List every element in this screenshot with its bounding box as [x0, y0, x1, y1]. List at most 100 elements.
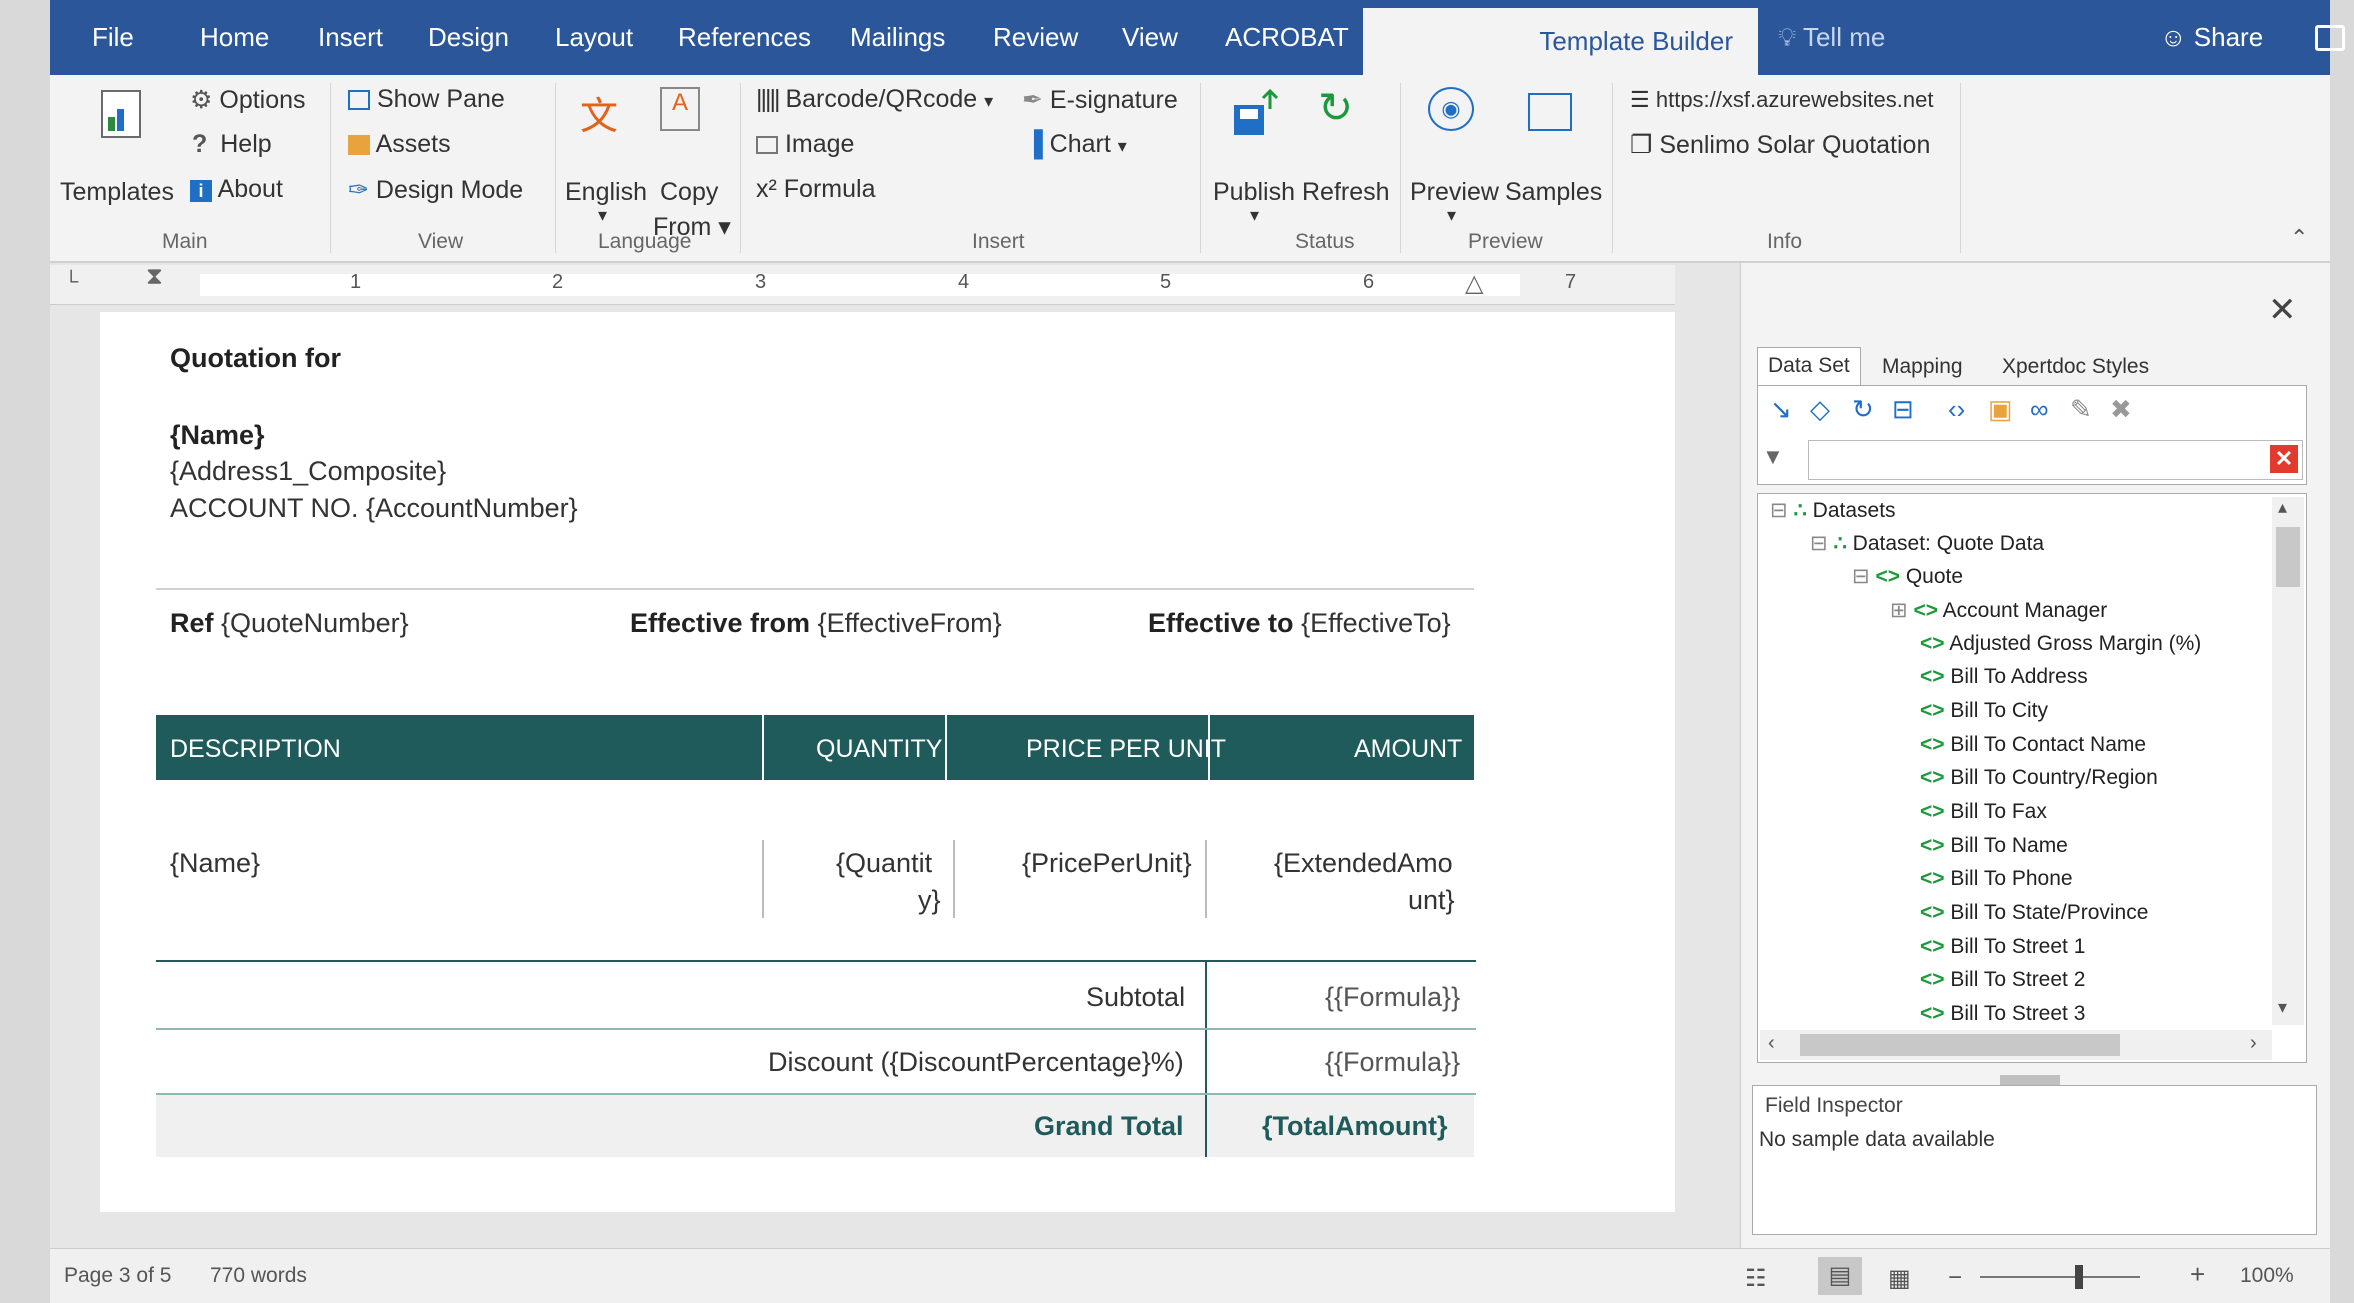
- tab-data-set[interactable]: Data Set: [1757, 347, 1861, 385]
- tree-node-dataset[interactable]: ⊟ ∴ Dataset: Quote Data: [1810, 531, 2044, 556]
- page-count[interactable]: Page 3 of 5: [64, 1264, 171, 1288]
- tab-design[interactable]: Design: [428, 22, 509, 53]
- tab-mapping[interactable]: Mapping: [1882, 355, 1963, 379]
- indent-marker-icon[interactable]: ⧗: [146, 263, 163, 291]
- edit-icon[interactable]: ✎: [2070, 394, 2092, 425]
- tree-node-field[interactable]: ⊞ <> Account Manager: [1890, 598, 2107, 623]
- assets-label: Assets: [375, 130, 451, 158]
- filter-input[interactable]: ✕: [1808, 440, 2303, 480]
- clear-filter-icon[interactable]: ✕: [2270, 445, 2298, 473]
- insert-field-icon[interactable]: ↘: [1770, 394, 1792, 425]
- link-icon[interactable]: ∞: [2030, 394, 2049, 425]
- tab-references[interactable]: References: [678, 22, 811, 53]
- column-divider: [945, 715, 947, 780]
- zoom-slider[interactable]: [1980, 1276, 2140, 1278]
- zoom-in-icon[interactable]: +: [2190, 1259, 2205, 1290]
- quotation-heading: Quotation for: [170, 343, 341, 373]
- publish-icon: [1234, 88, 1279, 135]
- options-button[interactable]: ⚙ Options: [190, 85, 306, 115]
- scroll-up-icon[interactable]: ▴: [2278, 497, 2287, 518]
- share-button[interactable]: ☺ Share: [2160, 22, 2263, 53]
- tab-template-builder[interactable]: Template Builder: [1363, 8, 1758, 75]
- tab-insert[interactable]: Insert: [318, 22, 383, 53]
- window-frame-right: [2330, 0, 2354, 1303]
- delete-icon[interactable]: ✖: [2110, 394, 2132, 425]
- close-pane-icon[interactable]: ✕: [2268, 290, 2297, 330]
- tab-home[interactable]: Home: [200, 22, 269, 53]
- collapse-icon: ⊟: [1810, 532, 1828, 555]
- tree-node-field[interactable]: <> Bill To Fax: [1920, 800, 2047, 824]
- tab-stop-icon[interactable]: └: [64, 271, 78, 294]
- esignature-button[interactable]: ✒ E-signature: [1022, 85, 1178, 115]
- subtotal-label: Subtotal: [1086, 982, 1186, 1012]
- print-layout-icon[interactable]: ▤: [1818, 1257, 1862, 1295]
- effective-to-line: Effective to {EffectiveTo}: [1148, 608, 1451, 639]
- horizontal-ruler[interactable]: └ 1 2 3 4 5 6 7 ⧗ △: [50, 263, 1675, 305]
- scroll-right-icon[interactable]: ›: [2250, 1032, 2257, 1055]
- refresh-icon[interactable]: ↻: [1852, 394, 1874, 425]
- tree-node-datasets[interactable]: ⊟ ∴ Datasets: [1770, 498, 1896, 523]
- image-button[interactable]: Image: [756, 130, 854, 159]
- tree-node-field[interactable]: <> Bill To Phone: [1920, 867, 2073, 891]
- about-button[interactable]: i About: [190, 175, 283, 204]
- show-pane-label: Show Pane: [376, 85, 505, 113]
- word-count[interactable]: 770 words: [210, 1264, 307, 1288]
- expression-icon[interactable]: ‹›: [1948, 394, 1965, 425]
- zoom-slider-thumb[interactable]: [2075, 1265, 2083, 1289]
- tree-node-field[interactable]: <> Bill To Address: [1920, 665, 2088, 689]
- tree-node-field[interactable]: <> Bill To Street 2: [1920, 968, 2085, 992]
- tell-me-search[interactable]: 💡︎ Tell me: [1778, 22, 1885, 54]
- discount-label: Discount ({DiscountPercentage}%): [768, 1047, 1184, 1077]
- tab-file[interactable]: File: [92, 22, 134, 53]
- tab-review[interactable]: Review: [993, 22, 1078, 53]
- field-inspector-title: Field Inspector: [1765, 1094, 1903, 1117]
- zoom-out-icon[interactable]: −: [1948, 1264, 1962, 1292]
- template-name-link[interactable]: ❐ Senlimo Solar Quotation: [1630, 130, 1930, 160]
- help-button[interactable]: ? Help: [192, 130, 272, 159]
- scroll-left-icon[interactable]: ‹: [1768, 1032, 1775, 1055]
- chevron-down-icon: ▾: [1117, 136, 1127, 156]
- comments-icon[interactable]: [2315, 25, 2345, 51]
- scroll-thumb[interactable]: [2276, 527, 2300, 587]
- dataset-tree[interactable]: ⊟ ∴ Datasets ⊟ ∴ Dataset: Quote Data ⊟ <…: [1757, 493, 2307, 1063]
- tree-horizontal-scrollbar[interactable]: ‹ ›: [1760, 1030, 2272, 1060]
- scroll-thumb[interactable]: [1800, 1034, 2120, 1056]
- add-dataset-icon[interactable]: ▣: [1988, 394, 2013, 425]
- lightbulb-icon: 💡︎: [1778, 22, 1797, 52]
- barcode-button[interactable]: ||||| Barcode/QRcode ▾: [756, 85, 993, 114]
- tree-node-field[interactable]: <> Bill To Street 3: [1920, 1002, 2085, 1026]
- zoom-level[interactable]: 100%: [2240, 1264, 2294, 1288]
- group-separator: [1200, 83, 1201, 253]
- assets-icon: [348, 135, 370, 156]
- tree-node-field[interactable]: <> Bill To Street 1: [1920, 935, 2085, 959]
- tree-node-field[interactable]: <> Bill To Name: [1920, 834, 2068, 858]
- assets-button[interactable]: Assets: [348, 130, 451, 159]
- tree-node-field[interactable]: <> Adjusted Gross Margin (%): [1920, 632, 2201, 656]
- tag-icon: <>: [1920, 699, 1945, 722]
- tab-mailings[interactable]: Mailings: [850, 22, 945, 53]
- esignature-label: E-signature: [1049, 86, 1178, 114]
- chart-button[interactable]: ▐ Chart ▾: [1025, 130, 1127, 159]
- server-url-link[interactable]: ☰ https://xsf.azurewebsites.net: [1630, 87, 1933, 113]
- formula-button[interactable]: x² Formula: [756, 175, 875, 204]
- tree-node-field[interactable]: <> Bill To Country/Region: [1920, 766, 2158, 790]
- tab-view[interactable]: View: [1122, 22, 1178, 53]
- tree-node-quote[interactable]: ⊟ <> Quote: [1852, 564, 1963, 589]
- table-icon[interactable]: ⊟: [1892, 394, 1914, 425]
- tree-node-field[interactable]: <> Bill To City: [1920, 699, 2048, 723]
- tree-vertical-scrollbar[interactable]: ▴ ▾: [2272, 497, 2304, 1025]
- right-indent-icon[interactable]: △: [1465, 269, 1483, 298]
- tab-xpertdoc-styles[interactable]: Xpertdoc Styles: [2002, 355, 2149, 379]
- tab-layout[interactable]: Layout: [555, 22, 633, 53]
- design-mode-button[interactable]: ✑ Design Mode: [348, 175, 523, 205]
- read-mode-icon[interactable]: ☷: [1745, 1264, 1767, 1293]
- tree-node-field[interactable]: <> Bill To Contact Name: [1920, 733, 2146, 757]
- collapse-ribbon-icon[interactable]: ⌃: [2290, 225, 2308, 251]
- scroll-down-icon[interactable]: ▾: [2278, 997, 2287, 1018]
- tab-acrobat[interactable]: ACROBAT: [1225, 22, 1349, 53]
- condition-icon[interactable]: ◇: [1810, 394, 1830, 425]
- web-layout-icon[interactable]: ▦: [1888, 1264, 1911, 1293]
- collapse-icon: ⊟: [1852, 565, 1870, 588]
- tree-node-field[interactable]: <> Bill To State/Province: [1920, 901, 2148, 925]
- show-pane-button[interactable]: Show Pane: [348, 85, 505, 114]
